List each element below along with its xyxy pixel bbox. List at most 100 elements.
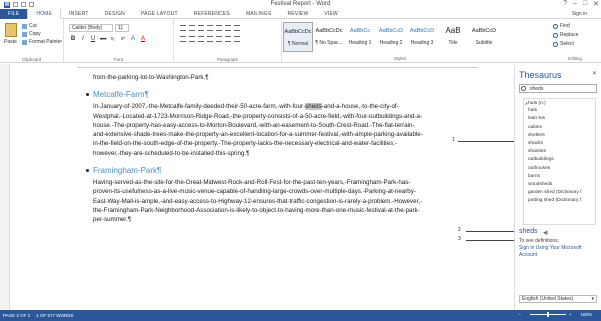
style-heading-2[interactable]: AaBbCcD Heading 2 xyxy=(376,22,406,52)
align-left-icon[interactable] xyxy=(180,36,186,42)
shading-icon[interactable] xyxy=(225,36,231,42)
status-bar: PAGE 2 OF 2 1 OF 577 WORDS − + 100% xyxy=(0,310,601,321)
thesaurus-search-input[interactable]: sheds xyxy=(519,84,597,93)
style-sample: AaBbCcD xyxy=(378,28,404,34)
language-select[interactable]: English (United States) xyxy=(519,295,597,303)
editing-group-label: Editing xyxy=(568,56,582,61)
replace-label: Replace xyxy=(560,32,579,38)
strikethrough-button[interactable]: abc xyxy=(100,36,106,42)
sign-in-microsoft-link[interactable]: Sign in Using Your Microsoft Account xyxy=(519,245,599,258)
text-effects-button[interactable]: A xyxy=(130,36,136,42)
italic-button[interactable]: I xyxy=(80,36,86,42)
style-title[interactable]: AaB Title xyxy=(438,22,468,52)
speaker-icon[interactable]: ◀) xyxy=(543,230,549,236)
help-button[interactable]: ? xyxy=(563,0,567,8)
definition-word: sheds xyxy=(519,228,538,235)
list-item[interactable]: woodsheds xyxy=(524,181,595,189)
list-item[interactable]: potting shed (Dictionary f xyxy=(524,197,595,205)
tab-mailings[interactable]: MAILINGS xyxy=(238,9,280,19)
style-heading-1[interactable]: AaBbCc Heading 1 xyxy=(345,22,375,52)
paragraph-text: In-January-of-2007,-the-Metcalfe-family-… xyxy=(93,102,423,158)
copy-icon xyxy=(22,31,27,37)
tab-view[interactable]: VIEW xyxy=(316,9,346,19)
line-spacing-icon[interactable] xyxy=(216,36,222,42)
pane-title: Thesaurus xyxy=(519,70,562,80)
minimize-button[interactable]: – xyxy=(573,0,577,8)
format-painter-button[interactable]: Format Painter xyxy=(22,39,62,45)
tab-insert[interactable]: INSERT xyxy=(61,9,96,19)
font-name-select[interactable]: Calibri (Body) xyxy=(69,24,113,32)
list-item[interactable]: barns xyxy=(524,173,595,181)
zoom-level[interactable]: 100% xyxy=(580,312,592,317)
style-subtitle[interactable]: AaBbCcD Subtitle xyxy=(469,22,499,52)
list-item[interactable]: garden shed (Dictionary f xyxy=(524,189,595,197)
style-normal[interactable]: AaBbCcDc ¶ Normal xyxy=(283,22,313,52)
increase-indent-icon[interactable] xyxy=(216,25,222,31)
zoom-in-button[interactable]: + xyxy=(569,312,572,317)
selected-word[interactable]: sheds xyxy=(305,103,322,111)
close-button[interactable]: ✕ xyxy=(593,0,599,8)
select-label: Select xyxy=(560,41,574,47)
style-no-spacing[interactable]: AaBbCcDc ¶ No Spac... xyxy=(314,22,344,52)
paintbrush-icon xyxy=(22,39,27,45)
search-icon xyxy=(553,23,558,29)
tab-home[interactable]: HOME xyxy=(27,8,62,19)
style-sample: AaBbCcDc xyxy=(315,28,343,34)
cut-button[interactable]: Cut xyxy=(22,23,37,29)
list-item[interactable]: huts xyxy=(524,107,595,115)
paste-icon[interactable] xyxy=(5,23,17,37)
bullets-icon[interactable] xyxy=(180,25,186,31)
styles-gallery: AaBbCcDc ¶ Normal AaBbCcDc ¶ No Spac... Aa… xyxy=(283,22,507,54)
word-count[interactable]: 1 OF 577 WORDS xyxy=(36,313,73,318)
font-color-button[interactable]: A xyxy=(140,36,146,42)
search-icon[interactable] xyxy=(521,86,526,91)
callout-line-3 xyxy=(466,240,519,241)
show-hide-icon[interactable] xyxy=(234,25,240,31)
style-sample: AaBbCcDc xyxy=(284,29,312,35)
zoom-slider[interactable] xyxy=(529,312,566,317)
font-group-label: Font xyxy=(113,57,123,62)
list-item[interactable]: outhouses xyxy=(524,165,595,173)
maximize-button[interactable]: □ xyxy=(583,0,587,8)
tab-page-layout[interactable]: PAGE LAYOUT xyxy=(133,9,186,19)
decrease-indent-icon[interactable] xyxy=(207,25,213,31)
tab-review[interactable]: REVIEW xyxy=(279,9,316,19)
style-heading-3[interactable]: AaBbCcD Heading 3 xyxy=(407,22,437,52)
tab-references[interactable]: REFERENCES xyxy=(186,9,238,19)
paste-button[interactable]: Paste xyxy=(4,39,17,45)
underline-button[interactable]: U xyxy=(90,36,96,42)
justify-icon[interactable] xyxy=(207,36,213,42)
superscript-button[interactable]: x² xyxy=(120,36,126,42)
document-body[interactable]: from-the-parking-lot-to-Washington-Park.… xyxy=(86,73,423,225)
list-item[interactable]: shacks xyxy=(524,140,595,148)
align-center-icon[interactable] xyxy=(189,36,195,42)
sort-icon[interactable] xyxy=(225,25,231,31)
page-count[interactable]: PAGE 2 OF 2 xyxy=(3,313,30,318)
synonym-group-header[interactable]: huts (n.) xyxy=(524,99,595,107)
list-item[interactable]: lean-tos xyxy=(524,115,595,123)
select-button[interactable]: Select xyxy=(553,41,574,47)
tab-file[interactable]: FILE xyxy=(0,8,28,19)
callout-number-1: 1 xyxy=(452,137,455,143)
copy-button[interactable]: Copy xyxy=(22,31,41,37)
replace-button[interactable]: Replace xyxy=(553,32,578,38)
font-size-select[interactable]: 11 xyxy=(115,24,129,32)
numbering-icon[interactable] xyxy=(189,25,195,31)
find-button[interactable]: Find xyxy=(553,23,570,29)
paragraph-text: Having-served-as-the-site-for-the-Great-… xyxy=(93,179,423,224)
font-group: Calibri (Body) 11 B I U abc x₂ x² A A Fo… xyxy=(64,19,174,63)
list-item[interactable]: shelters xyxy=(524,132,595,140)
align-right-icon[interactable] xyxy=(198,36,204,42)
list-item[interactable]: cabins xyxy=(524,124,595,132)
thesaurus-pane: Thesaurus ✕ sheds huts (n.) huts lean-to… xyxy=(514,64,601,310)
subscript-button[interactable]: x₂ xyxy=(110,36,116,42)
sign-in-link[interactable]: Sign in xyxy=(572,11,587,17)
bold-button[interactable]: B xyxy=(70,36,76,42)
multilevel-list-icon[interactable] xyxy=(198,25,204,31)
close-icon[interactable]: ✕ xyxy=(592,70,597,77)
borders-icon[interactable] xyxy=(234,36,240,42)
list-item[interactable]: shanties xyxy=(524,148,595,156)
tab-design[interactable]: DESIGN xyxy=(97,9,133,19)
list-item[interactable]: outbuildings xyxy=(524,156,595,164)
zoom-out-button[interactable]: − xyxy=(518,312,521,317)
